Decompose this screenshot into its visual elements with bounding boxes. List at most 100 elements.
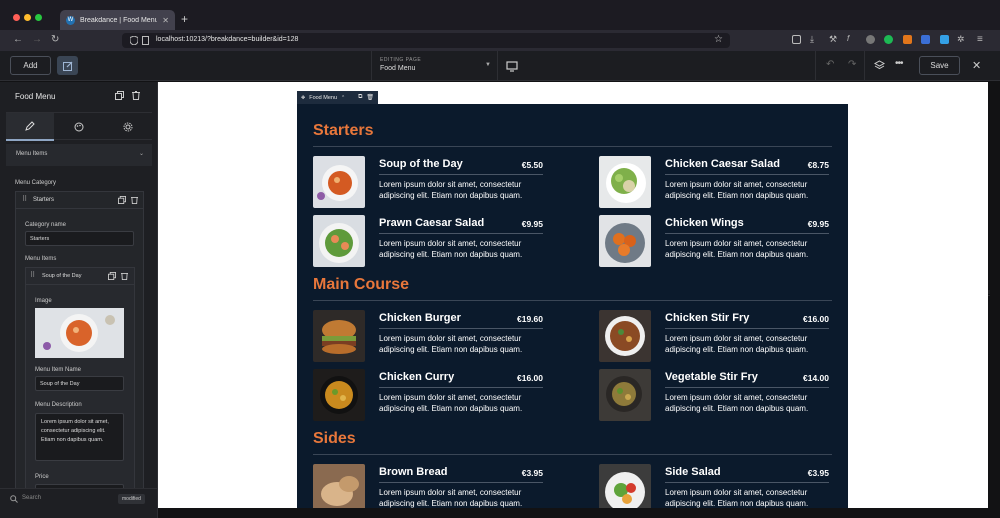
item-price: €16.00 xyxy=(803,314,829,324)
extension-green-icon[interactable] xyxy=(884,35,893,44)
menu-item-card: ⠿ Soup of the Day Image Menu Item Name S… xyxy=(25,267,135,499)
extension-blue-icon[interactable] xyxy=(921,35,930,44)
menu-item[interactable]: Chicken Wings €9.95 Lorem ipsum dolor si… xyxy=(599,215,829,267)
menu-item[interactable]: Chicken Caesar Salad €8.75 Lorem ipsum d… xyxy=(599,156,829,208)
address-bar[interactable]: localhost:10213/?breakdance=builder&id=1… xyxy=(122,33,730,48)
item-price: €16.00 xyxy=(517,373,543,383)
item-price: €3.95 xyxy=(807,468,829,478)
item-description: Lorem ipsum dolor sit amet, consectetur … xyxy=(379,334,523,354)
item-description-textarea[interactable]: Lorem ipsum dolor sit amet, consectetur … xyxy=(35,413,124,461)
soup-of-the-day-image xyxy=(313,156,365,208)
pocket-icon[interactable] xyxy=(792,35,801,44)
category-name-input[interactable]: Starters xyxy=(25,231,134,246)
item-description: Lorem ipsum dolor sit amet, consectetur … xyxy=(379,180,523,200)
desktop-icon[interactable] xyxy=(505,59,519,73)
chevron-up-icon[interactable]: ⌃ xyxy=(341,95,345,101)
item-name: Chicken Curry xyxy=(379,371,455,383)
pencil-square-icon xyxy=(62,61,72,71)
item-price: €9.95 xyxy=(807,219,829,229)
section-menu-items[interactable]: Menu Items ⌄ xyxy=(6,144,152,166)
back-icon[interactable]: ← xyxy=(13,34,23,45)
item-underline xyxy=(379,328,543,329)
item-description: Lorem ipsum dolor sit amet, consectetur … xyxy=(665,488,809,508)
chicken-curry-image xyxy=(313,369,365,421)
tab-close-icon[interactable]: ✕ xyxy=(162,16,169,25)
menu-category-label: Menu Category xyxy=(15,180,57,186)
metamask-icon[interactable] xyxy=(903,35,912,44)
item-name: Soup of the Day xyxy=(379,158,463,170)
menu-item-card-header[interactable]: ⠿ Soup of the Day xyxy=(26,268,134,285)
edit-mode-button[interactable] xyxy=(57,56,78,75)
bookmark-star-icon[interactable]: ☆ xyxy=(714,34,723,45)
copy-icon[interactable] xyxy=(115,91,124,100)
item-price: €9.95 xyxy=(521,219,543,229)
new-tab-icon[interactable]: + xyxy=(181,12,188,26)
tab-content[interactable] xyxy=(6,113,54,141)
trash-icon[interactable] xyxy=(121,272,128,280)
item-price: €19.60 xyxy=(517,314,543,324)
menu-item[interactable]: Side Salad €3.95 Lorem ipsum dolor sit a… xyxy=(599,464,829,508)
window-zoom-dot[interactable] xyxy=(35,14,42,21)
browser-tab[interactable]: W Breakdance | Food Menu ✕ xyxy=(60,10,175,30)
editing-page-selector[interactable]: EDITING PAGE Food Menu ▼ xyxy=(371,51,498,81)
extensions-gear-icon[interactable]: ✲ xyxy=(957,34,965,45)
category-divider xyxy=(313,454,832,455)
redo-icon[interactable]: ↷ xyxy=(848,59,856,70)
browser-menu-icon[interactable]: ≡ xyxy=(977,34,983,45)
menu-item[interactable]: Vegetable Stir Fry €14.00 Lorem ipsum do… xyxy=(599,369,829,421)
undo-icon[interactable]: ↶ xyxy=(826,59,834,70)
category-title-main-course: Main Course xyxy=(313,276,410,293)
tab-style[interactable] xyxy=(55,113,103,141)
menu-item[interactable]: Chicken Stir Fry €16.00 Lorem ipsum dolo… xyxy=(599,310,829,362)
trash-icon[interactable] xyxy=(132,91,140,100)
item-underline xyxy=(665,482,829,483)
save-button[interactable]: Save xyxy=(919,56,960,75)
url-text: localhost:10213/?breakdance=builder&id=1… xyxy=(156,36,299,43)
trash-icon[interactable] xyxy=(131,196,138,204)
category-card-header[interactable]: ⠿ Starters xyxy=(16,192,143,209)
item-name: Chicken Burger xyxy=(379,312,461,324)
item-name-input[interactable]: Soup of the Day xyxy=(35,376,124,391)
wrench-icon[interactable]: ⚒ xyxy=(829,34,837,45)
menu-item[interactable]: Prawn Caesar Salad €9.95 Lorem ipsum dol… xyxy=(313,215,543,267)
forward-icon[interactable]: → xyxy=(32,34,42,45)
trash-icon[interactable]: 🗑 xyxy=(366,94,374,101)
close-icon[interactable]: ✕ xyxy=(972,59,981,72)
window-minimize-dot[interactable] xyxy=(24,14,31,21)
copy-icon[interactable] xyxy=(108,272,116,280)
resize-handle-icon[interactable]: ⋮ xyxy=(986,290,992,297)
editing-page-value: Food Menu xyxy=(380,65,416,72)
menu-item[interactable]: Soup of the Day €5.50 Lorem ipsum dolor … xyxy=(313,156,543,208)
download-icon[interactable]: ⤓ xyxy=(810,34,814,45)
menu-item[interactable]: Chicken Burger €19.60 Lorem ipsum dolor … xyxy=(313,310,543,362)
category-title-starters: Starters xyxy=(313,122,374,139)
selected-element-tag[interactable]: ✥ Food Menu ⌃ ⧉ 🗑 xyxy=(297,91,378,104)
extension-gray-icon[interactable] xyxy=(866,35,875,44)
search-input[interactable]: Search xyxy=(22,495,41,501)
window-close-dot[interactable] xyxy=(13,14,20,21)
drag-handle-icon[interactable]: ⠿ xyxy=(30,271,35,279)
builder-toolbar: Add EDITING PAGE Food Menu ▼ ↶ ↷ ••• Sav… xyxy=(0,51,1000,81)
browser-tab-bar: W Breakdance | Food Menu ✕ + xyxy=(0,0,1000,30)
chevron-down-icon: ⌄ xyxy=(138,151,144,157)
food-menu[interactable]: Starters Soup of the Day €5.50 Lorem ips… xyxy=(297,104,848,508)
function-icon[interactable]: f xyxy=(847,34,849,43)
more-icon[interactable]: ••• xyxy=(895,58,903,69)
shield-icon xyxy=(130,36,138,45)
extension-lightblue-icon[interactable] xyxy=(940,35,949,44)
item-description: Lorem ipsum dolor sit amet, consectetur … xyxy=(379,393,523,413)
search-icon xyxy=(10,495,18,503)
move-icon[interactable]: ✥ xyxy=(301,95,305,101)
chicken-burger-image xyxy=(313,310,365,362)
reload-icon[interactable]: ↻ xyxy=(51,34,59,45)
drag-handle-icon[interactable]: ⠿ xyxy=(22,195,27,203)
item-price: €3.95 xyxy=(521,468,543,478)
tab-settings[interactable] xyxy=(104,113,152,141)
menu-item[interactable]: Chicken Curry €16.00 Lorem ipsum dolor s… xyxy=(313,369,543,421)
copy-icon[interactable]: ⧉ xyxy=(358,94,362,101)
menu-item[interactable]: Brown Bread €3.95 Lorem ipsum dolor sit … xyxy=(313,464,543,508)
item-image-preview[interactable] xyxy=(35,308,124,358)
add-button[interactable]: Add xyxy=(10,56,51,75)
layers-icon[interactable] xyxy=(874,60,885,71)
copy-icon[interactable] xyxy=(118,196,126,204)
